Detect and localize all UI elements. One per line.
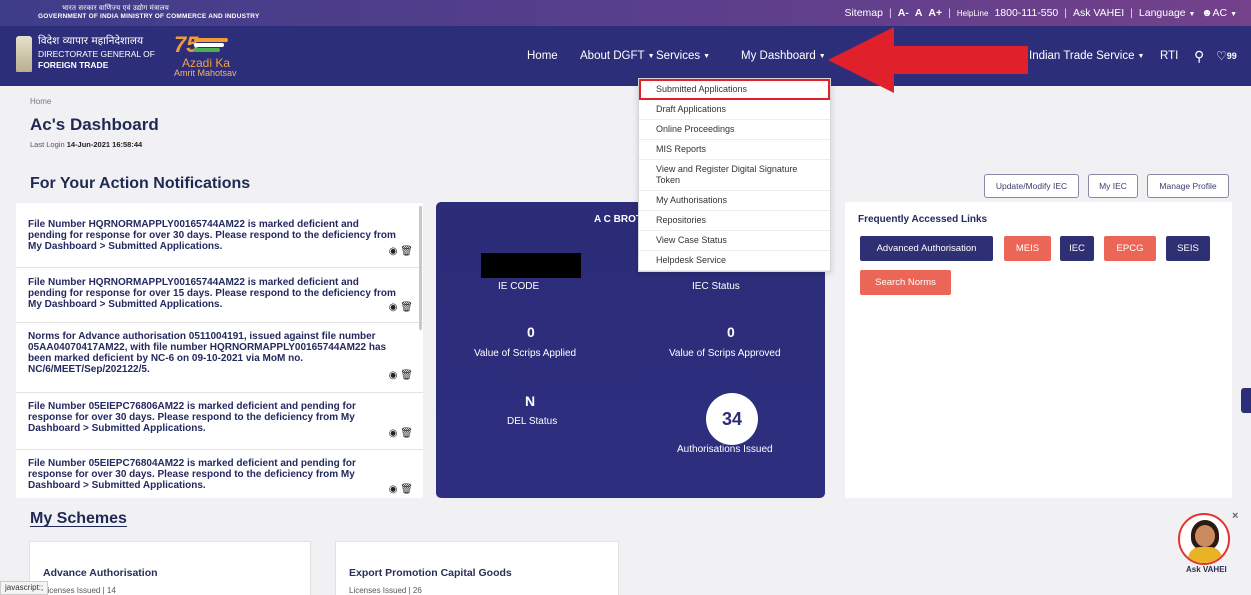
- nav-rti[interactable]: RTI: [1160, 26, 1178, 86]
- menu-item-helpdesk-service[interactable]: Helpdesk Service: [639, 251, 830, 271]
- my-schemes-heading: My Schemes: [30, 510, 127, 527]
- search-norms-link[interactable]: Search Norms: [860, 270, 951, 295]
- menu-item-submitted-applications[interactable]: Submitted Applications: [639, 79, 830, 100]
- seis-link[interactable]: SEIS: [1166, 236, 1210, 261]
- scrips-applied-label: Value of Scrips Applied: [474, 348, 577, 359]
- company-name: A C BROT: [594, 214, 642, 225]
- font-increase-button[interactable]: A+: [928, 7, 942, 19]
- authorisations-issued-count: 34: [706, 393, 758, 445]
- brand-line2: FOREIGN TRADE: [38, 60, 109, 70]
- close-icon[interactable]: ×: [1232, 510, 1238, 522]
- meis-link[interactable]: MEIS: [1004, 236, 1051, 261]
- view-eye-icon[interactable]: ◉: [389, 484, 398, 495]
- frequent-links-card: Frequently Accessed Links Advanced Autho…: [845, 202, 1232, 498]
- menu-item-mis-reports[interactable]: MIS Reports: [639, 140, 830, 160]
- ie-code-label: IE CODE: [498, 281, 540, 292]
- page-title: Ac's Dashboard: [30, 115, 159, 134]
- view-eye-icon[interactable]: ◉: [389, 370, 398, 381]
- scheme-card-advance-authorisation[interactable]: Advance Authorisation Licenses Issued | …: [29, 541, 311, 595]
- user-icon: ☻: [1201, 7, 1213, 19]
- nav-home[interactable]: Home: [527, 26, 558, 86]
- helpline-label: HelpLine: [956, 8, 989, 18]
- notifications-panel: File Number HQRNORMAPPLY00165744AM22 is …: [16, 203, 423, 498]
- gov-hindi-line: भारत सरकार वाणिज्य एवं उद्योग मंत्रालय: [62, 5, 170, 12]
- del-status-value: N: [525, 393, 536, 409]
- bell-icon: ♡: [1216, 49, 1227, 63]
- epcg-link[interactable]: EPCG: [1104, 236, 1156, 261]
- chevron-down-icon: ▼: [1230, 11, 1237, 18]
- menu-item-view-case-status[interactable]: View Case Status: [639, 231, 830, 251]
- advanced-authorisation-link[interactable]: Advanced Authorisation: [860, 236, 993, 261]
- notifications-heading: For Your Action Notifications: [30, 175, 251, 192]
- delete-trash-icon[interactable]: 🗑: [400, 428, 413, 439]
- list-item: File Number 05EIEPC76806AM22 is marked d…: [16, 393, 423, 450]
- redacted-ie-code: [481, 253, 581, 278]
- nav-services[interactable]: Services ▼: [656, 26, 710, 86]
- my-dashboard-dropdown: Submitted Applications Draft Application…: [638, 78, 831, 272]
- delete-trash-icon[interactable]: 🗑: [400, 302, 413, 313]
- chevron-down-icon: ▼: [818, 52, 826, 60]
- notification-count: 99: [1226, 51, 1237, 61]
- menu-item-my-authorisations[interactable]: My Authorisations: [639, 191, 830, 211]
- language-dropdown[interactable]: Language ▼: [1139, 7, 1196, 19]
- menu-item-draft-applications[interactable]: Draft Applications: [639, 100, 830, 120]
- main-navbar: विदेश व्यापार महानिदेशालय DIRECTORATE GE…: [0, 26, 1251, 86]
- my-iec-button[interactable]: My IEC: [1088, 174, 1138, 198]
- browser-status-bar: javascript:;: [0, 581, 49, 595]
- chevron-down-icon: ▼: [1137, 52, 1145, 60]
- utility-links: Sitemap | A- A A+ | HelpLine 1800-111-55…: [844, 7, 1237, 19]
- scrips-approved-label: Value of Scrips Approved: [669, 348, 781, 359]
- iec-link[interactable]: IEC: [1060, 236, 1094, 261]
- chevron-down-icon: ▼: [647, 52, 655, 60]
- national-emblem-icon: [16, 36, 32, 72]
- list-item: File Number HQRNORMAPPLY00165744AM22 is …: [16, 268, 423, 323]
- chevron-down-icon: ▼: [1188, 11, 1196, 18]
- brand-line1: DIRECTORATE GENERAL OF: [38, 49, 155, 59]
- helpline-number: 1800-111-550: [994, 7, 1059, 19]
- delete-trash-icon[interactable]: 🗑: [400, 484, 413, 495]
- nav-my-dashboard[interactable]: My Dashboard ▼: [741, 26, 826, 86]
- notifications-bell[interactable]: ♡ 99: [1216, 26, 1237, 86]
- authorisations-issued-label: Authorisations Issued: [677, 444, 773, 455]
- list-item: File Number 05EIEPC76804AM22 is marked d…: [28, 458, 413, 495]
- view-eye-icon[interactable]: ◉: [389, 428, 398, 439]
- chevron-down-icon: ▼: [703, 52, 711, 60]
- font-decrease-button[interactable]: A-: [898, 7, 909, 19]
- view-eye-icon[interactable]: ◉: [389, 246, 398, 257]
- menu-item-digital-signature[interactable]: View and Register Digital Signature Toke…: [639, 160, 830, 191]
- frequent-links-heading: Frequently Accessed Links: [858, 214, 988, 225]
- del-status-label: DEL Status: [507, 416, 558, 427]
- delete-trash-icon[interactable]: 🗑: [400, 370, 413, 381]
- search-icon[interactable]: ⚲: [1194, 26, 1204, 86]
- nav-about-dgft[interactable]: About DGFT ▼: [580, 26, 655, 86]
- ask-vahei-link[interactable]: Ask VAHEI: [1073, 7, 1124, 19]
- top-utility-bar: भारत सरकार वाणिज्य एवं उद्योग मंत्रालय G…: [0, 0, 1251, 26]
- vahei-avatar[interactable]: [1178, 513, 1230, 565]
- side-chat-tab[interactable]: [1241, 388, 1251, 413]
- azadi-ka-amrit-mahotsav-logo: 75 Azadi Ka Amrit Mahotsav: [174, 32, 237, 78]
- menu-item-online-proceedings[interactable]: Online Proceedings: [639, 120, 830, 140]
- sitemap-link[interactable]: Sitemap: [844, 7, 883, 19]
- font-normal-button[interactable]: A: [915, 7, 923, 19]
- scrips-approved-value: 0: [727, 324, 735, 340]
- last-login: Last Login 14-Jun-2021 16:58:44: [30, 140, 143, 149]
- notifications-scrollbar[interactable]: [419, 206, 422, 330]
- view-eye-icon[interactable]: ◉: [389, 302, 398, 313]
- brand-hindi: विदेश व्यापार महानिदेशालय: [38, 35, 144, 47]
- update-iec-button[interactable]: Update/Modify IEC: [984, 174, 1079, 198]
- list-item: File Number HQRNORMAPPLY00165744AM22 is …: [16, 203, 423, 268]
- manage-profile-button[interactable]: Manage Profile: [1147, 174, 1229, 198]
- red-arrow-annotation: [828, 27, 1028, 93]
- vahei-label[interactable]: Ask VAHEI: [1186, 565, 1227, 574]
- menu-item-repositories[interactable]: Repositories: [639, 211, 830, 231]
- scheme-card-epcg[interactable]: Export Promotion Capital Goods Licenses …: [335, 541, 619, 595]
- gov-english-line: GOVERNMENT OF INDIA MINISTRY OF COMMERCE…: [38, 13, 260, 20]
- scrips-applied-value: 0: [527, 324, 535, 340]
- nav-indian-trade-service[interactable]: Indian Trade Service ▼: [1029, 26, 1144, 86]
- delete-trash-icon[interactable]: 🗑: [400, 246, 413, 257]
- iec-status-label: IEC Status: [692, 281, 740, 292]
- user-menu[interactable]: ☻AC ▼: [1201, 7, 1237, 19]
- list-item: Norms for Advance authorisation 05110041…: [16, 323, 423, 393]
- breadcrumb[interactable]: Home: [30, 97, 51, 106]
